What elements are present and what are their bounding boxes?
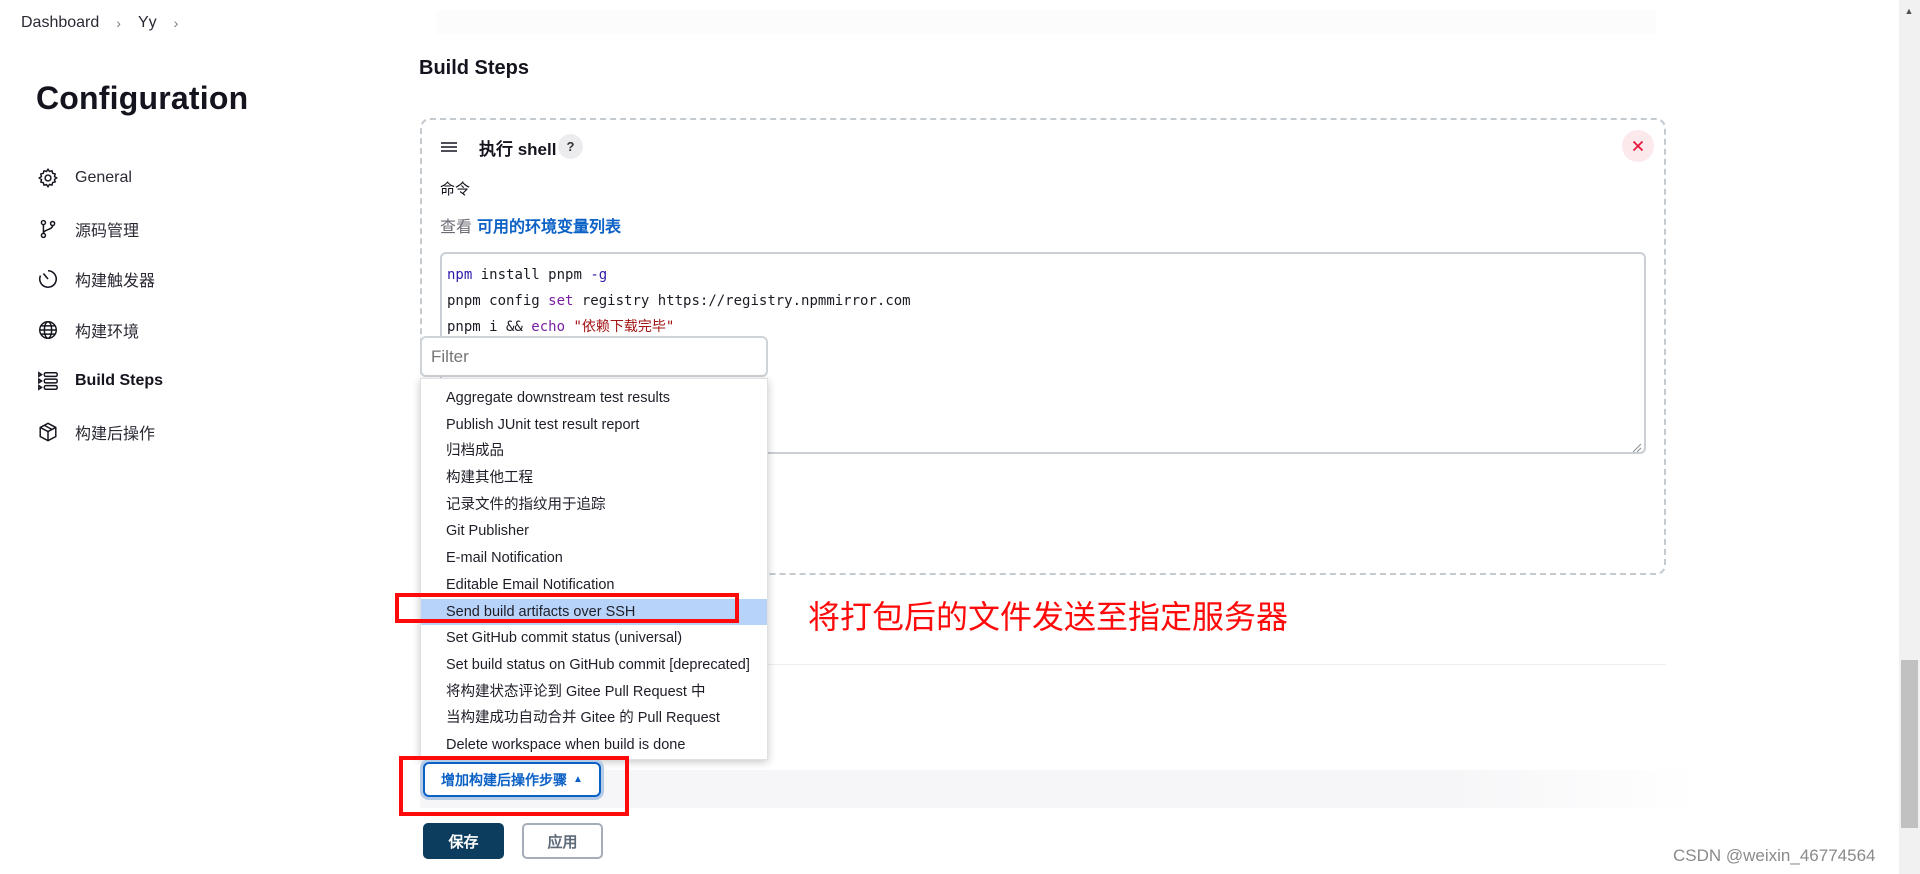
sidebar-item-build-environment[interactable]: 构建环境 bbox=[36, 315, 139, 345]
code-token: pnpm i && bbox=[447, 319, 532, 335]
scroll-up-arrow-icon[interactable]: ▲ bbox=[1904, 6, 1914, 16]
sidebar-item-label: 构建触发器 bbox=[75, 273, 156, 290]
menu-item[interactable]: 当构建成功自动合并 Gitee 的 Pull Request bbox=[421, 705, 767, 732]
globe-icon bbox=[36, 318, 60, 342]
annotation-text: 将打包后的文件发送至指定服务器 bbox=[808, 599, 1289, 635]
help-icon[interactable]: ? bbox=[558, 134, 583, 159]
sidebar-item-source-control[interactable]: 源码管理 bbox=[36, 214, 139, 244]
gear-icon bbox=[36, 166, 60, 190]
code-token: install pnpm bbox=[472, 267, 591, 283]
code-token: echo bbox=[531, 319, 566, 335]
sidebar-item-label: Build Steps bbox=[75, 372, 164, 389]
section-divider bbox=[768, 664, 1666, 665]
sidebar-item-post-build-actions[interactable]: 构建后操作 bbox=[36, 417, 155, 447]
step-title: 执行 shell bbox=[479, 140, 557, 159]
sidebar-item-build-steps[interactable]: Build Steps bbox=[36, 366, 163, 396]
env-vars-line: 查看 可用的环境变量列表 bbox=[440, 213, 621, 237]
code-token: npm bbox=[447, 267, 473, 283]
sidebar-item-general[interactable]: General bbox=[36, 163, 132, 193]
section-title: Build Steps bbox=[419, 57, 530, 79]
package-icon bbox=[36, 420, 60, 444]
code-token: registry https://registry.npmmirror.com bbox=[573, 293, 911, 309]
command-code[interactable]: npm install pnpm -g pnpm config set regis… bbox=[447, 262, 911, 340]
env-prefix: 查看 bbox=[440, 219, 473, 236]
sidebar-item-label: 构建后操作 bbox=[75, 426, 156, 443]
sidebar-item-label: General bbox=[75, 169, 132, 186]
list-steps-icon bbox=[36, 369, 60, 393]
menu-item[interactable]: Publish JUnit test result report bbox=[421, 412, 767, 439]
sidebar-item-label: 构建环境 bbox=[75, 324, 140, 341]
resize-grip-icon[interactable] bbox=[1632, 440, 1642, 453]
breadcrumb-dashboard[interactable]: Dashboard bbox=[21, 14, 99, 32]
menu-item[interactable]: 将构建状态评论到 Gitee Pull Request 中 bbox=[421, 679, 767, 706]
code-token: set bbox=[548, 293, 574, 309]
menu-item[interactable]: Delete workspace when build is done bbox=[421, 732, 767, 759]
env-vars-link[interactable]: 可用的环境变量列表 bbox=[477, 219, 621, 236]
code-line: npm install pnpm -g bbox=[447, 262, 911, 288]
menu-item[interactable]: E-mail Notification bbox=[421, 545, 767, 572]
header-background bbox=[436, 10, 1656, 34]
code-line: pnpm config set registry https://registr… bbox=[447, 288, 911, 314]
breadcrumb-project[interactable]: Yy bbox=[138, 14, 157, 32]
code-token: "依赖下载完毕" bbox=[573, 319, 675, 335]
filter-input[interactable] bbox=[420, 336, 768, 377]
post-build-action-menu: Aggregate downstream test results Publish… bbox=[420, 378, 768, 760]
sidebar-item-build-triggers[interactable]: 构建触发器 bbox=[36, 264, 155, 294]
menu-item[interactable]: Set build status on GitHub commit [depre… bbox=[421, 652, 767, 679]
breadcrumb: Dashboard › Yy › bbox=[21, 14, 195, 32]
menu-item[interactable]: Set GitHub commit status (universal) bbox=[421, 625, 767, 652]
watermark: CSDN @weixin_46774564 bbox=[1673, 846, 1876, 865]
sidebar-item-label: 源码管理 bbox=[75, 223, 140, 240]
menu-item[interactable]: 归档成品 bbox=[421, 438, 767, 465]
page-title: Configuration bbox=[36, 80, 249, 116]
git-branch-icon bbox=[36, 217, 60, 241]
breadcrumb-separator-icon: › bbox=[116, 15, 121, 31]
code-token: -g bbox=[590, 267, 608, 283]
apply-button[interactable]: 应用 bbox=[522, 823, 603, 859]
close-icon[interactable] bbox=[1622, 130, 1654, 162]
scrollbar-thumb[interactable] bbox=[1901, 660, 1918, 828]
menu-item[interactable]: 构建其他工程 bbox=[421, 465, 767, 492]
code-token: pnpm config bbox=[447, 293, 549, 309]
drag-handle-icon[interactable] bbox=[440, 138, 458, 156]
menu-item[interactable]: 记录文件的指纹用于追踪 bbox=[421, 492, 767, 519]
timer-icon bbox=[36, 267, 60, 291]
save-button[interactable]: 保存 bbox=[423, 823, 504, 859]
command-label: 命令 bbox=[440, 181, 471, 198]
annotation-highlight-box bbox=[395, 593, 739, 623]
menu-item[interactable]: Aggregate downstream test results bbox=[421, 385, 767, 412]
breadcrumb-separator-icon[interactable]: › bbox=[174, 15, 179, 31]
menu-item[interactable]: Git Publisher bbox=[421, 518, 767, 545]
annotation-button-box bbox=[399, 756, 629, 816]
